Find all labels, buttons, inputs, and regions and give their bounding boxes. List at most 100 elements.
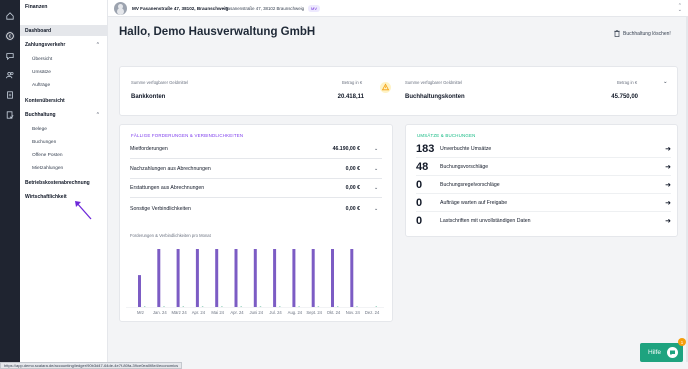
chart-tick-label: Apr. 24 <box>230 310 244 315</box>
receivable-label: Nachzahlungen aus Abrechnungen <box>130 166 211 172</box>
document-icon[interactable] <box>5 90 15 100</box>
receivable-label: Mietforderungen <box>130 146 168 152</box>
sidebar-item-betriebskostenabrechnung[interactable]: Betriebskostenabrechnung <box>20 177 108 188</box>
warning-icon <box>380 82 391 93</box>
receivable-row[interactable]: Erstattungen aus Abrechnungen 0,00 € ⌄ <box>130 179 382 198</box>
avatar[interactable] <box>114 2 127 15</box>
chart-bar <box>331 249 334 307</box>
chart-bar <box>157 249 161 307</box>
svg-text:€: € <box>9 34 12 39</box>
notification-badge: 1 <box>678 338 686 346</box>
property-type-badge: MV <box>308 5 320 12</box>
booking-row[interactable]: 0 Buchungsregelvorschläge ➜ <box>416 176 671 194</box>
file-check-icon[interactable] <box>5 110 15 120</box>
sidebar-item-auftraege[interactable]: Aufträge <box>32 83 50 88</box>
booking-label: Unverbuchte Umsätze <box>440 145 492 152</box>
receivable-label: Sonstige Verbindlichkeiten <box>130 205 191 212</box>
ledger-caption: Summe verfügbarer Geldmittel <box>405 80 463 85</box>
home-icon[interactable] <box>5 11 15 21</box>
chart-bar <box>350 249 354 307</box>
property-address: Fasanenstraße 47, 38102 Braunschweig <box>225 6 305 11</box>
sidebar-item-label: Zahlungsverkehr <box>25 41 66 48</box>
chart-bar-secondary <box>201 306 204 307</box>
pointer-arrow-icon <box>75 201 92 220</box>
receivable-row[interactable]: Sonstige Verbindlichkeiten 0,00 € ⌄ <box>130 199 382 218</box>
property-switch-icon[interactable]: ⌃ ⌄ <box>678 4 682 13</box>
monthly-bar-chart: Mrz Jan. 24 März 24 Apr. 24 Mai 24 Apr. 24 Jun… <box>126 249 384 315</box>
chart-tick-label: März 24 <box>172 310 188 315</box>
sidebar-item-label: Betriebskostenabrechnung <box>25 179 90 186</box>
chart-tick-label: Jul. 24 <box>269 310 282 315</box>
chevron-down-icon[interactable]: ⌄ <box>663 79 668 85</box>
arrow-right-icon: ➜ <box>665 181 671 189</box>
booking-count: 48 <box>416 160 429 173</box>
chevron-down-icon: ⌄ <box>374 205 379 212</box>
help-button[interactable]: Hilfe 1 <box>640 338 686 362</box>
receivable-row[interactable]: Mietforderungen 46.190,00 € ⌄ <box>130 140 382 159</box>
booking-label: Buchungsvorschläge <box>440 163 489 170</box>
euro-icon[interactable]: € <box>5 31 15 41</box>
sidebar-item-label: Wirtschaftlichkeit <box>25 193 67 200</box>
arrow-right-icon: ➜ <box>665 218 671 225</box>
chart-bar-secondary <box>356 306 358 307</box>
sidebar-item-wirtschaftlichkeit[interactable]: Wirtschaftlichkeit <box>20 191 108 202</box>
page-title: Hallo, Demo Hausverwaltung GmbH <box>119 26 316 38</box>
chat-icon[interactable] <box>5 51 15 61</box>
chart-tick-label: Okt. 24 <box>327 310 341 315</box>
receivable-value: 0,00 € <box>345 185 360 191</box>
sidebar-item-mietzahlungen[interactable]: Mietzahlungen <box>32 166 63 171</box>
receivable-row[interactable]: Nachzahlungen aus Abrechnungen 0,00 € ⌄ <box>130 160 382 179</box>
chart-tick-label: Dez. 24 <box>365 310 380 315</box>
arrow-right-icon: ➜ <box>665 163 671 171</box>
ledger-amount-caption: Betrag in € <box>617 80 638 85</box>
chevron-down-icon: ⌄ <box>374 185 379 191</box>
chart-bar <box>273 249 277 307</box>
receivables-title: FÄLLIGE FORDERUNGEN & VERBINDLICHKEITEN <box>131 133 244 138</box>
sidebar-group-buchhaltung[interactable]: Buchhaltung ⌃ <box>20 109 108 120</box>
booking-label: Buchungsregelvorschläge <box>440 181 500 188</box>
booking-count: 183 <box>416 142 435 155</box>
sidebar-item-dashboard[interactable]: Dashboard <box>20 25 108 36</box>
chevron-up-icon: ⌃ <box>95 111 100 118</box>
chart-tick-label: Mrz <box>137 310 144 315</box>
chart-title: Forderungen & Verbindlichkeiten pro Mona… <box>130 233 211 238</box>
sidebar-item-umsaetze[interactable]: Umsätze <box>32 70 51 75</box>
users-icon[interactable] <box>5 70 15 80</box>
bank-caption: Summe verfügbarer Geldmittel <box>131 80 189 85</box>
sidebar-item-belege[interactable]: Belege <box>32 127 47 132</box>
booking-row[interactable]: 48 Buchungsvorschläge ➜ <box>416 158 671 176</box>
booking-count: 0 <box>416 196 423 209</box>
chat-bubble-icon <box>667 347 678 358</box>
sidebar-header: Finanzen <box>25 4 48 10</box>
chart-bar <box>138 275 141 307</box>
booking-count: 0 <box>416 178 423 191</box>
chart-bar <box>292 249 296 307</box>
bank-accounts-label: Bankkonten <box>131 94 166 100</box>
chevron-down-icon: ⌄ <box>374 166 379 172</box>
booking-row[interactable]: 0 Aufträge warten auf Freigabe ➜ <box>416 194 671 212</box>
chevron-down-icon: ⌄ <box>374 146 379 152</box>
sidebar-item-kontenuebersicht[interactable]: Kontenübersicht <box>20 95 108 106</box>
status-url: https://app.demo.scalara.de/accounting/l… <box>0 362 183 369</box>
sidebar-item-buchungen[interactable]: Buchungen <box>32 140 56 145</box>
sidebar-item-uebersicht[interactable]: Übersicht <box>32 57 52 62</box>
receivable-value: 0,00 € <box>345 205 360 212</box>
funds-summary-card: Summe verfügbarer Geldmittel Betrag in €… <box>119 66 678 116</box>
property-name[interactable]: MV Fasanenstraße 47, 38102, Braunschweig <box>132 6 228 11</box>
booking-label: Aufträge warten auf Freigabe <box>440 199 508 206</box>
chart-tick-label: Mai 24 <box>211 310 224 315</box>
sidebar-item-offene-posten[interactable]: Offene Posten <box>32 153 63 158</box>
chart-bar <box>253 249 257 307</box>
booking-row[interactable]: 0 Lastschriften mit unvollständigen Date… <box>416 212 671 230</box>
arrow-right-icon: ➜ <box>665 145 671 153</box>
chart-bar-secondary <box>144 306 146 307</box>
chart-bar <box>215 249 219 307</box>
chart-bar-secondary <box>279 306 281 307</box>
ledger-accounts-value: 45.750,00 <box>611 94 638 100</box>
delete-accounting-button[interactable]: Buchhaltung löschen! <box>614 30 671 37</box>
booking-row[interactable]: 183 Unverbuchte Umsätze ➜ <box>416 140 671 158</box>
sidebar-group-zahlungsverkehr[interactable]: Zahlungsverkehr ⌃ <box>20 39 108 50</box>
chart-bar-secondary <box>259 306 262 307</box>
booking-label: Lastschriften mit unvollständigen Daten <box>440 218 531 224</box>
chart-bar-secondary <box>375 306 377 307</box>
